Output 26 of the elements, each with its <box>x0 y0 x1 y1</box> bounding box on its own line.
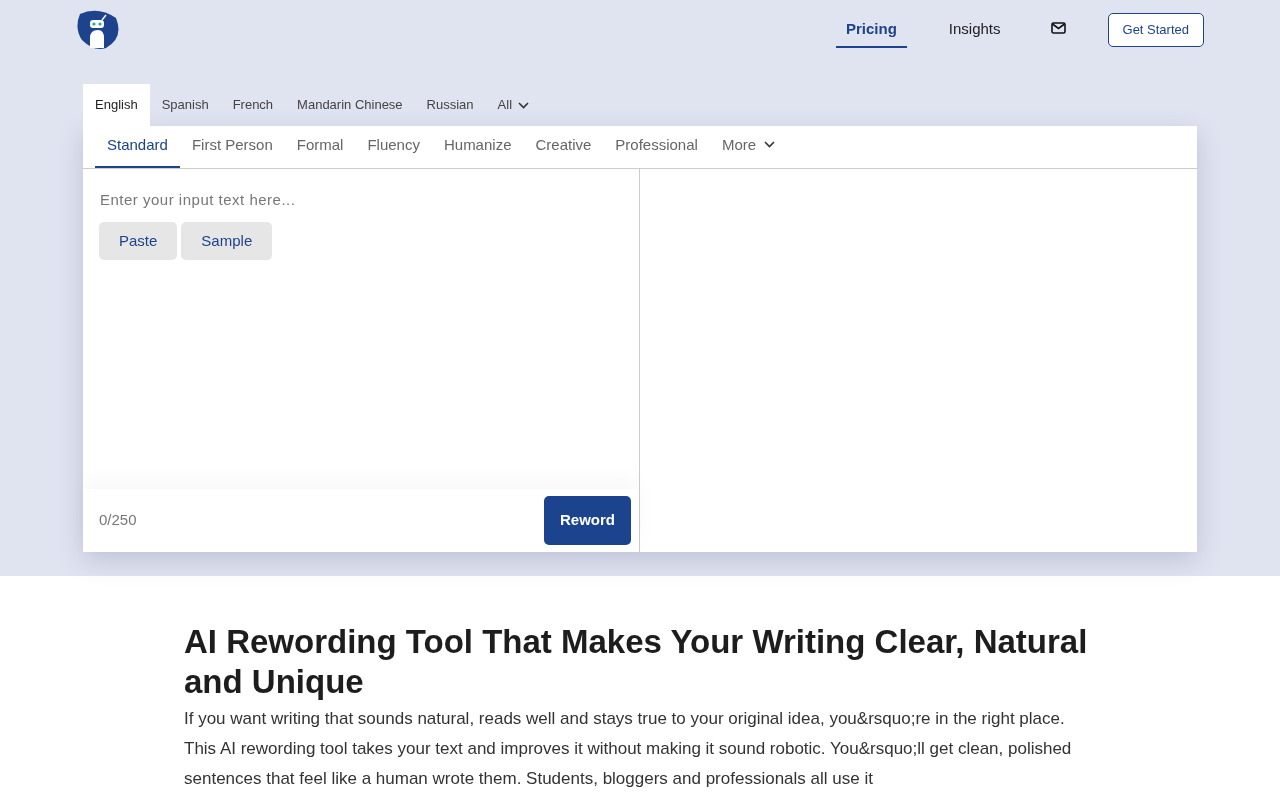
mode-tab[interactable]: Professional <box>603 123 710 168</box>
mode-tab[interactable]: Creative <box>523 123 604 168</box>
text-button[interactable]: Paste <box>99 221 178 260</box>
mode-tab[interactable]: First Person <box>179 123 285 168</box>
mode-tab[interactable]: Humanize <box>431 123 524 168</box>
language-tab[interactable]: Mandarin Chinese <box>285 84 415 126</box>
language-tab[interactable]: English <box>83 84 150 126</box>
chevron-down-icon <box>518 101 530 109</box>
language-tab[interactable]: All <box>485 84 542 126</box>
logo-icon[interactable] <box>76 10 120 50</box>
article-heading: AI Rewording Tool That Makes Your Writing Clear, Natural and Unique <box>184 622 1089 702</box>
mode-tab[interactable]: Fluency <box>355 123 432 168</box>
language-tab[interactable]: Russian <box>414 84 486 126</box>
nav-link[interactable]: Insights <box>938 11 1011 49</box>
mail-icon[interactable] <box>1050 21 1066 34</box>
reword-button[interactable]: Reword <box>544 496 631 545</box>
article-paragraph: If you want writing that sounds natural, reads well and stays true to your original idea, you&rsquo;re in the right place. This AI rewording tool takes your text and improves it without making it sound robotic. You&rsquo;ll get clean, polished sentences that feel like a human wrote them. Students, bloggers and professionals all use it <box>184 708 1073 790</box>
text-button[interactable]: Sample <box>181 221 273 260</box>
mode-tab[interactable]: Formal <box>284 123 356 168</box>
language-tab[interactable]: Spanish <box>149 84 221 126</box>
nav-link[interactable]: Pricing <box>835 11 907 49</box>
language-tab[interactable]: French <box>220 84 286 126</box>
mode-tab[interactable]: More <box>709 123 788 168</box>
character-counter: 0/250 <box>99 510 137 531</box>
chevron-down-icon <box>764 141 776 149</box>
get-started-button[interactable]: Get Started <box>1107 13 1204 47</box>
